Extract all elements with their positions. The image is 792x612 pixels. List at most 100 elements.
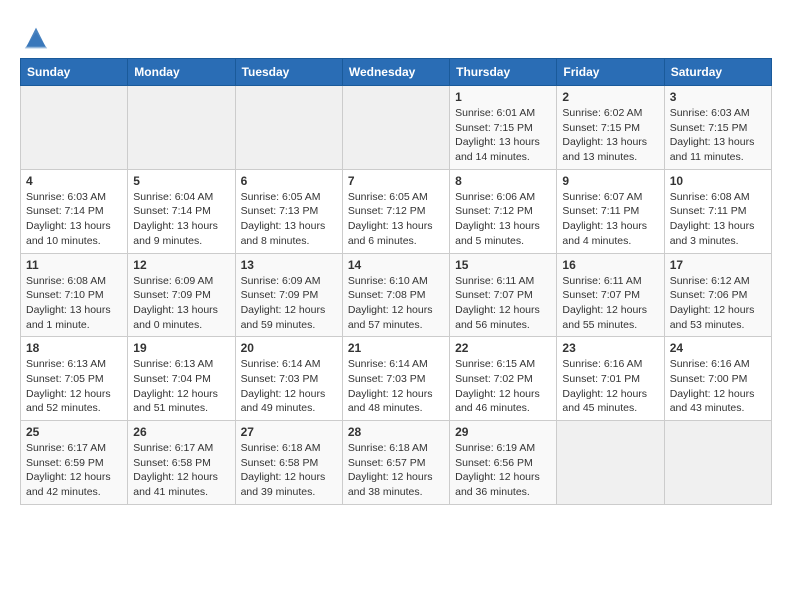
day-number: 14 <box>348 258 444 272</box>
day-info: Sunrise: 6:17 AM Sunset: 6:58 PM Dayligh… <box>133 441 229 500</box>
day-info: Sunrise: 6:03 AM Sunset: 7:15 PM Dayligh… <box>670 106 766 165</box>
calendar-cell: 2Sunrise: 6:02 AM Sunset: 7:15 PM Daylig… <box>557 86 664 170</box>
calendar-cell: 10 Sunrise: 6:08 AM Sunset: 7:11 PM Dayli… <box>664 169 771 253</box>
day-info: Sunrise: 6:05 AM Sunset: 7:12 PM Dayligh… <box>348 190 444 249</box>
calendar-cell: 24 Sunrise: 6:16 AM Sunset: 7:00 PM Dayli… <box>664 337 771 421</box>
day-number: 11 <box>26 258 122 272</box>
calendar-cell: 26 Sunrise: 6:17 AM Sunset: 6:58 PM Dayli… <box>128 421 235 505</box>
calendar-cell: 3 Sunrise: 6:03 AM Sunset: 7:15 PM Daylig… <box>664 86 771 170</box>
day-number: 25 <box>26 425 122 439</box>
calendar-cell: 25 Sunrise: 6:17 AM Sunset: 6:59 PM Dayli… <box>21 421 128 505</box>
calendar-header-row: SundayMondayTuesdayWednesdayThursdayFrid… <box>21 59 772 86</box>
column-header-friday: Friday <box>557 59 664 86</box>
calendar-cell: 19 Sunrise: 6:13 AM Sunset: 7:04 PM Dayli… <box>128 337 235 421</box>
calendar-cell: 28Sunrise: 6:18 AM Sunset: 6:57 PM Dayli… <box>342 421 449 505</box>
calendar-cell <box>21 86 128 170</box>
day-info: Sunrise: 6:09 AM Sunset: 7:09 PM Dayligh… <box>241 274 337 333</box>
calendar-cell: 15Sunrise: 6:11 AM Sunset: 7:07 PM Dayli… <box>450 253 557 337</box>
day-info: Sunrise: 6:08 AM Sunset: 7:10 PM Dayligh… <box>26 274 122 333</box>
day-info: Sunrise: 6:16 AM Sunset: 7:00 PM Dayligh… <box>670 357 766 416</box>
calendar-cell: 11 Sunrise: 6:08 AM Sunset: 7:10 PM Dayli… <box>21 253 128 337</box>
calendar-week-row: 1 Sunrise: 6:01 AM Sunset: 7:15 PM Daylig… <box>21 86 772 170</box>
calendar-week-row: 4Sunrise: 6:03 AM Sunset: 7:14 PM Daylig… <box>21 169 772 253</box>
header <box>20 20 772 52</box>
day-number: 16 <box>562 258 658 272</box>
day-number: 22 <box>455 341 551 355</box>
day-number: 8 <box>455 174 551 188</box>
calendar-week-row: 18 Sunrise: 6:13 AM Sunset: 7:05 PM Dayli… <box>21 337 772 421</box>
day-number: 2 <box>562 90 658 104</box>
day-info: Sunrise: 6:16 AM Sunset: 7:01 PM Dayligh… <box>562 357 658 416</box>
calendar-cell <box>128 86 235 170</box>
day-info: Sunrise: 6:15 AM Sunset: 7:02 PM Dayligh… <box>455 357 551 416</box>
column-header-thursday: Thursday <box>450 59 557 86</box>
calendar-week-row: 11 Sunrise: 6:08 AM Sunset: 7:10 PM Dayli… <box>21 253 772 337</box>
day-number: 12 <box>133 258 229 272</box>
calendar-cell: 12 Sunrise: 6:09 AM Sunset: 7:09 PM Dayli… <box>128 253 235 337</box>
day-number: 10 <box>670 174 766 188</box>
calendar-cell: 23 Sunrise: 6:16 AM Sunset: 7:01 PM Dayli… <box>557 337 664 421</box>
column-header-saturday: Saturday <box>664 59 771 86</box>
day-number: 27 <box>241 425 337 439</box>
calendar-cell: 9 Sunrise: 6:07 AM Sunset: 7:11 PM Daylig… <box>557 169 664 253</box>
calendar-cell: 5 Sunrise: 6:04 AM Sunset: 7:14 PM Daylig… <box>128 169 235 253</box>
calendar-cell: 29 Sunrise: 6:19 AM Sunset: 6:56 PM Dayli… <box>450 421 557 505</box>
calendar-cell: 16 Sunrise: 6:11 AM Sunset: 7:07 PM Dayli… <box>557 253 664 337</box>
calendar-cell: 14 Sunrise: 6:10 AM Sunset: 7:08 PM Dayli… <box>342 253 449 337</box>
day-info: Sunrise: 6:18 AM Sunset: 6:58 PM Dayligh… <box>241 441 337 500</box>
day-info: Sunrise: 6:13 AM Sunset: 7:05 PM Dayligh… <box>26 357 122 416</box>
day-info: Sunrise: 6:13 AM Sunset: 7:04 PM Dayligh… <box>133 357 229 416</box>
day-info: Sunrise: 6:19 AM Sunset: 6:56 PM Dayligh… <box>455 441 551 500</box>
column-header-sunday: Sunday <box>21 59 128 86</box>
column-header-monday: Monday <box>128 59 235 86</box>
day-number: 26 <box>133 425 229 439</box>
day-number: 19 <box>133 341 229 355</box>
day-number: 6 <box>241 174 337 188</box>
day-info: Sunrise: 6:03 AM Sunset: 7:14 PM Dayligh… <box>26 190 122 249</box>
day-number: 7 <box>348 174 444 188</box>
day-number: 23 <box>562 341 658 355</box>
calendar-cell: 27 Sunrise: 6:18 AM Sunset: 6:58 PM Dayli… <box>235 421 342 505</box>
calendar-cell: 21 Sunrise: 6:14 AM Sunset: 7:03 PM Dayli… <box>342 337 449 421</box>
day-info: Sunrise: 6:01 AM Sunset: 7:15 PM Dayligh… <box>455 106 551 165</box>
calendar-cell: 7 Sunrise: 6:05 AM Sunset: 7:12 PM Daylig… <box>342 169 449 253</box>
day-number: 21 <box>348 341 444 355</box>
day-number: 29 <box>455 425 551 439</box>
calendar-cell: 18 Sunrise: 6:13 AM Sunset: 7:05 PM Dayli… <box>21 337 128 421</box>
day-info: Sunrise: 6:08 AM Sunset: 7:11 PM Dayligh… <box>670 190 766 249</box>
column-header-tuesday: Tuesday <box>235 59 342 86</box>
day-number: 18 <box>26 341 122 355</box>
day-info: Sunrise: 6:14 AM Sunset: 7:03 PM Dayligh… <box>348 357 444 416</box>
calendar-cell: 17Sunrise: 6:12 AM Sunset: 7:06 PM Dayli… <box>664 253 771 337</box>
day-info: Sunrise: 6:11 AM Sunset: 7:07 PM Dayligh… <box>562 274 658 333</box>
calendar-cell: 6Sunrise: 6:05 AM Sunset: 7:13 PM Daylig… <box>235 169 342 253</box>
calendar-cell: 1 Sunrise: 6:01 AM Sunset: 7:15 PM Daylig… <box>450 86 557 170</box>
calendar-cell: 22 Sunrise: 6:15 AM Sunset: 7:02 PM Dayli… <box>450 337 557 421</box>
day-number: 20 <box>241 341 337 355</box>
calendar-week-row: 25 Sunrise: 6:17 AM Sunset: 6:59 PM Dayli… <box>21 421 772 505</box>
day-info: Sunrise: 6:07 AM Sunset: 7:11 PM Dayligh… <box>562 190 658 249</box>
logo <box>20 24 56 52</box>
day-info: Sunrise: 6:06 AM Sunset: 7:12 PM Dayligh… <box>455 190 551 249</box>
day-number: 9 <box>562 174 658 188</box>
day-info: Sunrise: 6:10 AM Sunset: 7:08 PM Dayligh… <box>348 274 444 333</box>
day-number: 13 <box>241 258 337 272</box>
column-header-wednesday: Wednesday <box>342 59 449 86</box>
day-number: 1 <box>455 90 551 104</box>
calendar-cell <box>557 421 664 505</box>
day-info: Sunrise: 6:12 AM Sunset: 7:06 PM Dayligh… <box>670 274 766 333</box>
day-info: Sunrise: 6:14 AM Sunset: 7:03 PM Dayligh… <box>241 357 337 416</box>
day-number: 3 <box>670 90 766 104</box>
day-number: 5 <box>133 174 229 188</box>
day-info: Sunrise: 6:04 AM Sunset: 7:14 PM Dayligh… <box>133 190 229 249</box>
logo-icon <box>20 24 52 52</box>
calendar-table: SundayMondayTuesdayWednesdayThursdayFrid… <box>20 58 772 505</box>
day-info: Sunrise: 6:17 AM Sunset: 6:59 PM Dayligh… <box>26 441 122 500</box>
calendar-cell: 8 Sunrise: 6:06 AM Sunset: 7:12 PM Daylig… <box>450 169 557 253</box>
day-info: Sunrise: 6:09 AM Sunset: 7:09 PM Dayligh… <box>133 274 229 333</box>
calendar-cell <box>235 86 342 170</box>
day-number: 15 <box>455 258 551 272</box>
calendar-cell: 13 Sunrise: 6:09 AM Sunset: 7:09 PM Dayli… <box>235 253 342 337</box>
day-number: 24 <box>670 341 766 355</box>
calendar-cell <box>664 421 771 505</box>
